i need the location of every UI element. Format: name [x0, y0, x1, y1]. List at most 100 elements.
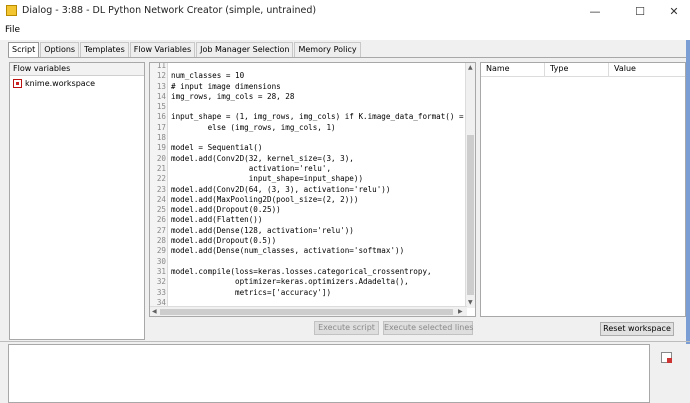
scroll-up-icon[interactable]: ▲: [468, 64, 473, 71]
code-text: activation='relu',: [171, 163, 332, 173]
code-line[interactable]: 19 model = Sequential(): [150, 143, 465, 153]
code-text: num_classes = 10: [171, 71, 245, 81]
code-line[interactable]: 26 model.add(Flatten()): [150, 215, 465, 225]
line-number: 23: [156, 184, 166, 194]
tab-flow-variables[interactable]: Flow Variables: [129, 42, 196, 57]
code-text: # input image dimensions: [171, 81, 281, 91]
scroll-right-icon[interactable]: ▶: [458, 308, 463, 315]
code-area[interactable]: 11 12 num_classes = 10 13 # input image dime…: [150, 62, 465, 316]
code-line[interactable]: 20 model.add(Conv2D(32, kernel_size=(3, 3…: [150, 154, 465, 164]
flow-variable-icon: [13, 79, 22, 88]
code-text: metrics=['accuracy']): [171, 287, 332, 297]
line-number: 15: [156, 102, 166, 112]
code-line[interactable]: 32 optimizer=keras.optimizers.Adadelta()…: [150, 277, 465, 287]
menu-bar: File: [0, 22, 690, 40]
execute-script-button[interactable]: Execute script: [314, 321, 379, 335]
code-line[interactable]: 13 # input image dimensions: [150, 82, 465, 92]
split-divider[interactable]: [0, 341, 690, 342]
line-number: 18: [156, 133, 166, 143]
line-number: 11: [156, 62, 166, 70]
flow-variables-panel: Flow variables knime.workspace: [9, 62, 145, 340]
editor-vertical-scrollbar[interactable]: ▲ ▼: [465, 63, 475, 308]
editor-horizontal-scroll-thumb[interactable]: [160, 309, 453, 315]
window-title: Dialog - 3:88 - DL Python Network Creato…: [22, 5, 317, 16]
code-text: model.add(MaxPooling2D(pool_size=(2, 2))…: [171, 194, 359, 204]
workspace-variables-table: Name Type Value: [480, 62, 686, 317]
code-text: model.compile(loss=keras.losses.categori…: [171, 266, 432, 276]
code-text: model.add(Conv2D(64, (3, 3), activation=…: [171, 184, 391, 194]
flow-variable-label: knime.workspace: [25, 79, 96, 88]
code-line[interactable]: 27 model.add(Dense(128, activation='relu'…: [150, 226, 465, 236]
code-line[interactable]: 21 activation='relu',: [150, 164, 465, 174]
clear-console-icon[interactable]: [661, 352, 672, 363]
code-text: input_shape=input_shape)): [171, 174, 364, 184]
execute-selected-lines-button[interactable]: Execute selected lines: [383, 321, 473, 335]
line-number: 22: [156, 174, 166, 184]
title-bar: Dialog - 3:88 - DL Python Network Creato…: [0, 0, 690, 22]
code-line[interactable]: 30: [150, 257, 465, 267]
flow-variable-item[interactable]: knime.workspace: [13, 79, 95, 88]
code-text: model.add(Flatten()): [171, 215, 263, 225]
column-header-type[interactable]: Type: [545, 63, 609, 76]
tab-strip: Script Options Templates Flow Variables …: [8, 42, 362, 57]
tab-job-manager-selection[interactable]: Job Manager Selection: [196, 42, 294, 57]
line-number: 25: [156, 205, 166, 215]
reset-workspace-button[interactable]: Reset workspace: [600, 322, 674, 336]
line-number: 32: [156, 277, 166, 287]
maximize-button[interactable]: ☐: [626, 0, 654, 22]
scroll-left-icon[interactable]: ◀: [152, 308, 157, 315]
code-line[interactable]: 25 model.add(Dropout(0.25)): [150, 205, 465, 215]
console-output[interactable]: [8, 344, 650, 403]
editor-horizontal-scrollbar[interactable]: ◀ ▶: [150, 306, 467, 316]
line-number: 14: [156, 91, 166, 101]
line-number: 29: [156, 246, 166, 256]
code-text: model.add(Dropout(0.5)): [171, 236, 277, 246]
code-line[interactable]: 14 img_rows, img_cols = 28, 28: [150, 92, 465, 102]
column-header-name[interactable]: Name: [481, 63, 545, 76]
tab-memory-policy[interactable]: Memory Policy: [294, 42, 361, 57]
line-number: 30: [156, 256, 166, 266]
app-icon: [6, 5, 17, 16]
code-line[interactable]: 24 model.add(MaxPooling2D(pool_size=(2, 2…: [150, 195, 465, 205]
menu-file[interactable]: File: [5, 25, 20, 35]
line-number: 17: [156, 122, 166, 132]
table-header-divider: [481, 76, 685, 77]
scroll-down-icon[interactable]: ▼: [468, 299, 473, 306]
code-text: optimizer=keras.optimizers.Adadelta(),: [171, 277, 409, 287]
code-text: else (img_rows, img_cols, 1): [171, 122, 336, 132]
code-text: img_rows, img_cols = 28, 28: [171, 91, 295, 101]
line-number: 21: [156, 163, 166, 173]
code-line[interactable]: 22 input_shape=input_shape)): [150, 174, 465, 184]
code-line[interactable]: 18: [150, 133, 465, 143]
column-header-value[interactable]: Value: [609, 63, 685, 76]
code-line[interactable]: 17 else (img_rows, img_cols, 1): [150, 123, 465, 133]
code-line[interactable]: 29 model.add(Dense(num_classes, activatio…: [150, 246, 465, 256]
code-line[interactable]: 12 num_classes = 10: [150, 71, 465, 81]
code-line[interactable]: 31 model.compile(loss=keras.losses.catego…: [150, 267, 465, 277]
tab-templates[interactable]: Templates: [80, 42, 129, 57]
line-number: 20: [156, 153, 166, 163]
code-line[interactable]: 15: [150, 102, 465, 112]
close-button[interactable]: ✕: [660, 0, 688, 22]
line-number: 19: [156, 143, 166, 153]
line-number: 16: [156, 112, 166, 122]
code-text: model = Sequential(): [171, 143, 263, 153]
script-editor[interactable]: 11 12 num_classes = 10 13 # input image dime…: [149, 62, 476, 317]
line-number: 12: [156, 71, 166, 81]
minimize-button[interactable]: —: [581, 0, 609, 22]
line-number: 13: [156, 81, 166, 91]
code-text: model.add(Dense(128, activation='relu')): [171, 225, 354, 235]
code-line[interactable]: 33 metrics=['accuracy']): [150, 288, 465, 298]
line-number: 28: [156, 236, 166, 246]
code-line[interactable]: 11: [150, 62, 465, 71]
tab-script[interactable]: Script: [8, 42, 40, 57]
editor-vertical-scroll-thumb[interactable]: [467, 135, 474, 295]
line-number: 26: [156, 215, 166, 225]
tab-divider: [8, 57, 686, 58]
code-line[interactable]: 16 input_shape = (1, img_rows, img_cols) …: [150, 112, 465, 122]
tab-options[interactable]: Options: [40, 42, 80, 57]
code-line[interactable]: 28 model.add(Dropout(0.5)): [150, 236, 465, 246]
line-number: 33: [156, 287, 166, 297]
code-line[interactable]: 23 model.add(Conv2D(64, (3, 3), activatio…: [150, 185, 465, 195]
code-text: model.add(Dropout(0.25)): [171, 205, 281, 215]
